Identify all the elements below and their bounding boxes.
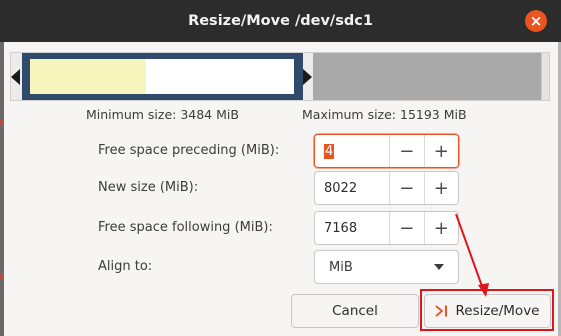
minus-icon: − — [399, 217, 415, 239]
annotation-highlight-box — [420, 289, 554, 331]
background-window-edge — [0, 42, 4, 336]
minimum-size-label: Minimum size: 3484 MiB — [86, 107, 239, 122]
resize-left-handle-icon[interactable] — [11, 69, 20, 85]
free-space-following-spinner: 7168 − + — [314, 211, 459, 245]
new-size-decrement-button[interactable]: − — [389, 172, 424, 204]
partition-content — [30, 59, 294, 94]
dialog-title: Resize/Move /dev/sdc1 — [188, 13, 373, 29]
partition-graphic — [10, 52, 550, 101]
title-bar: Resize/Move /dev/sdc1 × — [0, 0, 561, 42]
free-space-following-input[interactable]: 7168 — [315, 212, 390, 244]
free-space-preceding-decrement-button[interactable]: − — [389, 135, 424, 167]
plus-icon: + — [433, 217, 449, 239]
new-size-label: New size (MiB): — [98, 180, 199, 195]
plus-icon: + — [433, 140, 449, 162]
partition-box[interactable] — [22, 53, 303, 100]
free-space-following-increment-button[interactable]: + — [423, 212, 458, 244]
new-size-spinner: 8022 − + — [314, 171, 459, 205]
annotation-arrow-icon — [455, 213, 489, 297]
free-space-preceding-increment-button[interactable]: + — [423, 135, 458, 167]
free-space-preceding-spinner: 4 − + — [314, 134, 459, 168]
align-to-dropdown[interactable]: MiB — [314, 250, 459, 284]
free-space-following-decrement-button[interactable]: − — [389, 212, 424, 244]
close-icon: × — [529, 11, 543, 30]
minus-icon: − — [399, 140, 415, 162]
free-space-following-value: 7168 — [324, 220, 358, 236]
resize-right-handle-icon[interactable] — [303, 69, 312, 85]
cancel-button[interactable]: Cancel — [291, 294, 419, 328]
free-space-following-label: Free space following (MiB): — [98, 220, 273, 235]
resize-move-dialog: Resize/Move /dev/sdc1 × Minimum size: 34… — [0, 0, 561, 336]
disk-end-cap — [541, 53, 549, 100]
cancel-button-label: Cancel — [332, 303, 378, 319]
close-button[interactable]: × — [525, 10, 547, 32]
align-to-label: Align to: — [98, 259, 153, 274]
free-space-preceding-label: Free space preceding (MiB): — [98, 143, 280, 158]
used-space-fill — [30, 59, 147, 94]
new-size-input[interactable]: 8022 — [315, 172, 390, 204]
maximum-size-label: Maximum size: 15193 MiB — [302, 107, 467, 122]
new-size-increment-button[interactable]: + — [423, 172, 458, 204]
plus-icon: + — [433, 177, 449, 199]
align-to-selected-value: MiB — [329, 259, 353, 275]
dropdown-arrow-icon — [434, 264, 444, 270]
new-size-value: 8022 — [324, 180, 358, 196]
minus-icon: − — [399, 177, 415, 199]
selected-text: 4 — [324, 143, 335, 159]
unallocated-space — [313, 53, 541, 100]
free-space-preceding-input[interactable]: 4 — [315, 135, 390, 167]
